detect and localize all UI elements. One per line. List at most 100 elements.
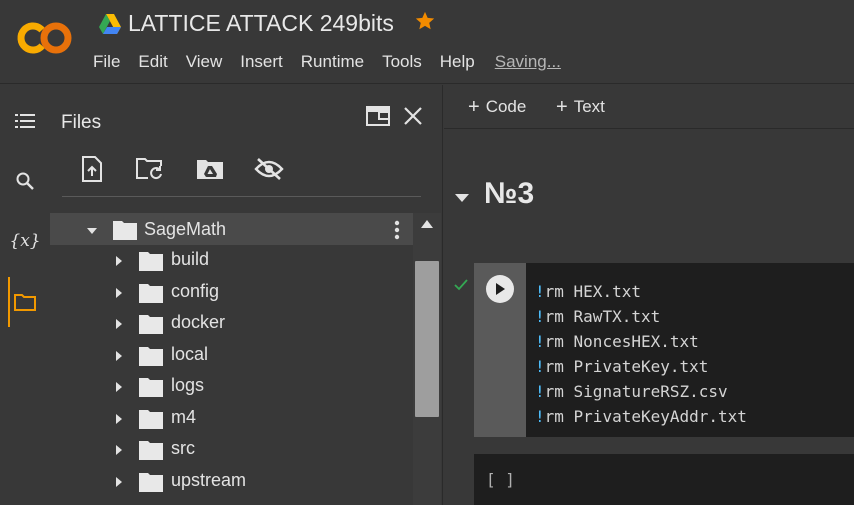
caret-right-icon[interactable] xyxy=(113,413,125,425)
run-cell-button[interactable] xyxy=(486,275,514,303)
tree-row-build[interactable]: build xyxy=(50,244,413,276)
caret-right-icon[interactable] xyxy=(113,255,125,267)
tree-label: config xyxy=(171,280,220,301)
tree-label: src xyxy=(171,438,195,458)
plus-icon: + xyxy=(468,96,480,118)
cell-prompt: [ ] xyxy=(486,470,515,489)
menu-tools[interactable]: Tools xyxy=(373,50,431,74)
tree-row-sagemath[interactable]: SageMath xyxy=(50,213,413,245)
eye-off-icon xyxy=(254,158,284,180)
menu-insert[interactable]: Insert xyxy=(231,50,292,74)
saving-status[interactable]: Saving... xyxy=(486,50,570,74)
code-line: !rm PrivateKeyAddr.txt xyxy=(535,407,747,426)
toggle-hidden-files-button[interactable] xyxy=(253,153,285,185)
notebook-title[interactable]: LATTICE ATTACK 249bits xyxy=(128,10,394,37)
drive-folder-icon xyxy=(197,160,223,179)
folder-icon xyxy=(139,346,163,366)
add-code-button[interactable]: + Code xyxy=(468,95,526,118)
play-icon xyxy=(496,283,505,295)
code-line: !rm RawTX.txt xyxy=(535,307,661,326)
menu-edit[interactable]: Edit xyxy=(129,50,176,74)
folder-icon xyxy=(139,252,163,271)
tree-row-docker[interactable]: docker xyxy=(50,307,413,339)
code-editor[interactable]: !rm HEX.txt !rm RawTX.txt !rm NoncesHEX.tx… xyxy=(535,279,747,429)
tree-row-upstream[interactable]: upstream xyxy=(50,465,413,497)
section-collapse-caret-icon[interactable] xyxy=(454,193,470,203)
close-panel-button[interactable] xyxy=(398,101,428,131)
variables-button[interactable]: {x} xyxy=(8,224,42,258)
colab-logo[interactable] xyxy=(16,18,74,58)
files-panel: Files SageMath build config docker local… xyxy=(50,85,443,505)
section-heading: №3 xyxy=(484,177,535,210)
add-text-button[interactable]: + Text xyxy=(556,95,605,118)
tree-label: SageMath xyxy=(144,219,227,239)
upload-icon xyxy=(82,156,102,182)
folder-icon xyxy=(139,441,163,460)
caret-right-icon[interactable] xyxy=(113,381,125,393)
caret-right-icon[interactable] xyxy=(113,318,125,330)
search-button[interactable] xyxy=(8,164,42,198)
caret-right-icon[interactable] xyxy=(113,444,125,456)
side-rail: {x} xyxy=(0,85,50,505)
folder-icon xyxy=(113,221,137,240)
refresh-button[interactable] xyxy=(135,153,167,185)
list-icon xyxy=(15,114,35,128)
menu-file[interactable]: File xyxy=(84,50,129,74)
tree-row-config[interactable]: config xyxy=(50,276,413,308)
table-of-contents-button[interactable] xyxy=(8,104,42,138)
files-toolbar xyxy=(76,153,312,185)
toolbar-divider xyxy=(62,196,421,197)
check-icon xyxy=(454,279,468,291)
notebook-area: + Code + Text №3 !rm HEX.txt !rm RawTX.txt!… xyxy=(444,85,854,505)
folder-icon xyxy=(139,283,163,303)
folder-icon xyxy=(139,315,163,334)
caret-right-icon[interactable] xyxy=(113,287,125,299)
menu-view[interactable]: View xyxy=(177,50,232,74)
caret-down-icon[interactable] xyxy=(86,225,98,237)
notebook-toolbar: + Code + Text xyxy=(444,85,854,129)
files-button[interactable] xyxy=(8,285,42,319)
folder-icon xyxy=(14,294,36,311)
more-vert-icon[interactable] xyxy=(390,219,404,241)
empty-code-cell[interactable]: [ ] xyxy=(474,454,854,505)
menu-runtime[interactable]: Runtime xyxy=(292,50,373,74)
folder-icon xyxy=(139,472,163,492)
code-line: !rm SignatureRSZ.csv xyxy=(535,382,728,401)
menu-help[interactable]: Help xyxy=(431,50,484,74)
tree-row-logs[interactable]: logs xyxy=(50,370,413,402)
search-icon xyxy=(16,172,34,190)
menu-bar: File Edit View Insert Runtime Tools Help… xyxy=(84,50,570,74)
tree-label: m4 xyxy=(171,406,197,427)
tree-scrollbar[interactable] xyxy=(413,213,441,505)
tree-label: logs xyxy=(171,375,205,395)
open-in-tab-button[interactable] xyxy=(363,101,393,131)
close-icon xyxy=(404,107,422,125)
tree-label: upstream xyxy=(171,469,247,490)
folder-refresh-icon xyxy=(136,158,162,180)
scroll-up-arrow-icon[interactable] xyxy=(420,219,434,229)
file-tree: SageMath build config docker local logs m4 src… xyxy=(50,213,413,505)
star-icon[interactable] xyxy=(414,10,436,32)
google-drive-icon[interactable] xyxy=(99,14,121,34)
code-line: !rm HEX.txt xyxy=(535,282,641,301)
tree-row-src[interactable]: src xyxy=(50,433,413,465)
variables-icon: {x} xyxy=(9,231,41,251)
app-header: LATTICE ATTACK 249bits File Edit View In… xyxy=(0,0,854,84)
open-in-tab-icon xyxy=(366,106,390,126)
files-panel-title: Files xyxy=(61,112,102,133)
caret-right-icon[interactable] xyxy=(113,476,125,488)
code-line: !rm PrivateKey.txt xyxy=(535,357,709,376)
caret-right-icon[interactable] xyxy=(113,350,125,362)
tree-row-m4[interactable]: m4 xyxy=(50,402,413,434)
mount-drive-button[interactable] xyxy=(194,153,226,185)
tree-label: docker xyxy=(171,312,226,332)
code-line: !rm NoncesHEX.txt xyxy=(535,332,699,351)
folder-icon xyxy=(139,409,163,429)
cell-gutter xyxy=(474,263,526,437)
folder-icon xyxy=(139,378,163,397)
plus-icon: + xyxy=(556,96,568,118)
tree-row-local[interactable]: local xyxy=(50,339,413,371)
code-cell[interactable]: !rm HEX.txt !rm RawTX.txt !rm NoncesHEX.tx… xyxy=(474,263,854,437)
scrollbar-thumb[interactable] xyxy=(415,261,439,417)
upload-file-button[interactable] xyxy=(76,153,108,185)
